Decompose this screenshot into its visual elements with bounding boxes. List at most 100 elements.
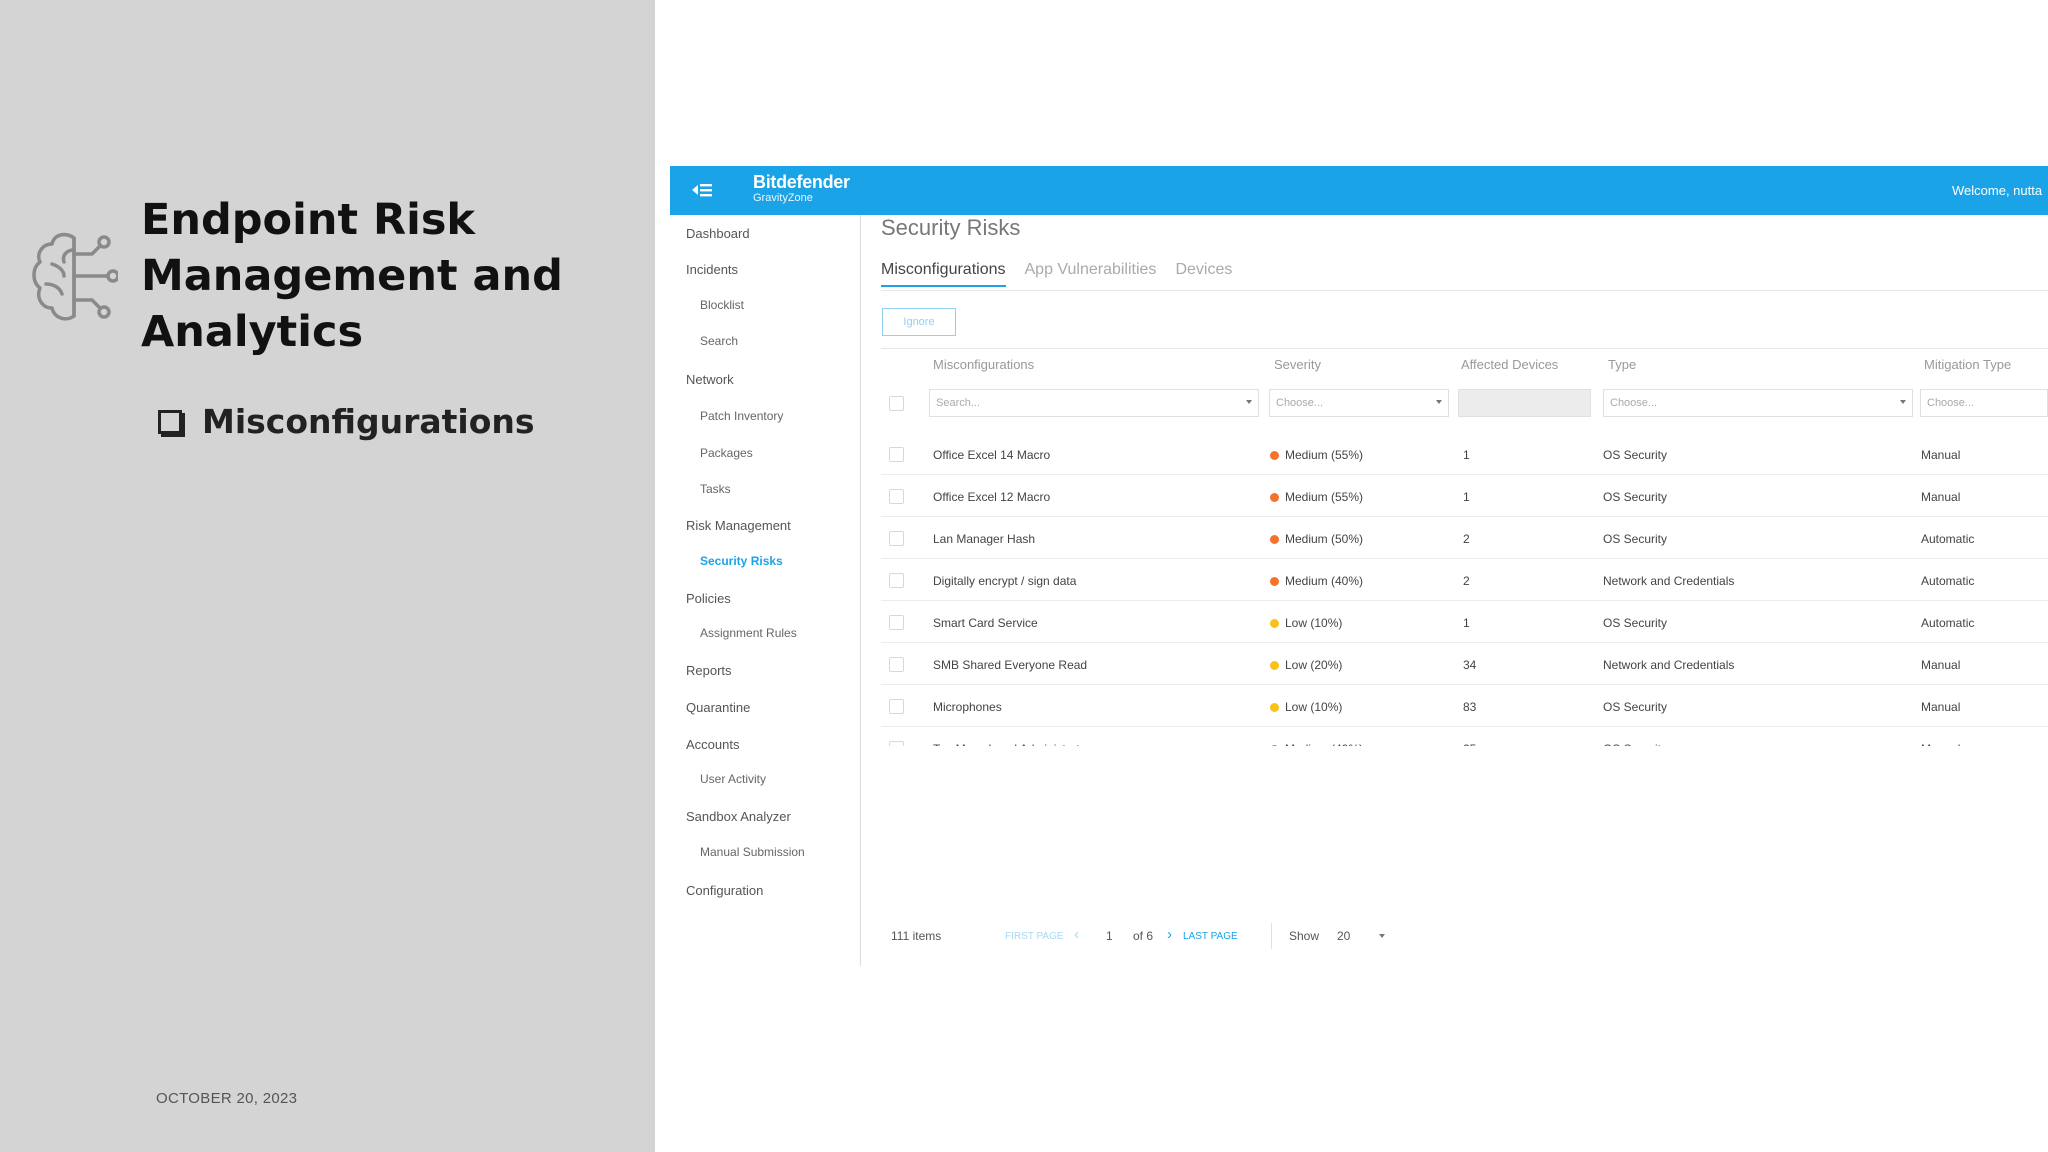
- column-header-mitigation-type[interactable]: Mitigation Type: [1924, 357, 2011, 372]
- cell-misconfiguration: SMB Shared Everyone Read: [933, 658, 1088, 672]
- tabs-divider: [881, 290, 2048, 291]
- brand-name: Bitdefender: [753, 172, 850, 192]
- table-row[interactable]: Too Many Local Administrators Medium (40%…: [881, 727, 2048, 746]
- severity-dot-icon: [1270, 745, 1279, 746]
- search-input[interactable]: Search...: [929, 389, 1259, 417]
- tab-app-vulnerabilities[interactable]: App Vulnerabilities: [1025, 261, 1157, 287]
- column-header-type[interactable]: Type: [1608, 357, 1636, 372]
- mitigation-filter[interactable]: Choose...: [1920, 389, 2048, 417]
- cell-severity: Low (10%): [1270, 616, 1342, 630]
- sidebar-item-blocklist[interactable]: Blocklist: [700, 298, 744, 312]
- cell-type: Network and Credentials: [1603, 658, 1735, 672]
- cell-mitigation-type: Manual: [1921, 700, 1961, 714]
- row-checkbox[interactable]: [889, 615, 904, 630]
- cell-type: OS Security: [1603, 490, 1668, 504]
- cell-severity: Medium (50%): [1270, 532, 1363, 546]
- severity-dropdown-icon: [1436, 400, 1442, 404]
- sidebar-item-assignment-rules[interactable]: Assignment Rules: [700, 626, 797, 640]
- severity-text: Low (10%): [1285, 700, 1343, 714]
- tab-devices[interactable]: Devices: [1175, 261, 1232, 287]
- column-header-misconfigurations[interactable]: Misconfigurations: [933, 357, 1034, 372]
- sidebar-item-quarantine[interactable]: Quarantine: [686, 700, 750, 715]
- sidebar-item-accounts[interactable]: Accounts: [686, 737, 739, 752]
- row-checkbox[interactable]: [889, 699, 904, 714]
- page-total: of 6: [1133, 929, 1154, 943]
- sidebar-item-user-activity[interactable]: User Activity: [700, 772, 766, 786]
- row-checkbox[interactable]: [889, 657, 904, 672]
- row-checkbox[interactable]: [889, 531, 904, 546]
- page-size-dropdown-icon[interactable]: [1379, 934, 1385, 938]
- severity-text: Medium (50%): [1285, 532, 1364, 546]
- tab-bar: Misconfigurations App Vulnerabilities De…: [881, 261, 1251, 287]
- next-page-icon[interactable]: ›: [1167, 926, 1172, 943]
- sidebar-item-manual-submission[interactable]: Manual Submission: [700, 845, 805, 859]
- sidebar-item-dashboard[interactable]: Dashboard: [686, 226, 750, 241]
- slide-panel: Endpoint Risk Management and Analytics M…: [0, 0, 655, 1152]
- table-row[interactable]: Digitally encrypt / sign data Medium (40%…: [881, 559, 2048, 601]
- table-row[interactable]: Smart Card Service Low (10%) 1 OS Security A…: [881, 601, 2048, 643]
- sidebar-item-security-risks[interactable]: Security Risks: [700, 554, 783, 568]
- cell-affected-devices: 1: [1463, 490, 1470, 504]
- mitigation-filter-placeholder: Choose...: [1927, 397, 1975, 409]
- sidebar-item-network[interactable]: Network: [686, 372, 734, 387]
- current-page[interactable]: 1: [1106, 929, 1113, 943]
- first-page-link[interactable]: FIRST PAGE: [1005, 931, 1064, 942]
- type-filter[interactable]: Choose...: [1603, 389, 1913, 417]
- row-checkbox[interactable]: [889, 447, 904, 462]
- type-dropdown-icon: [1900, 400, 1906, 404]
- column-header-affected-devices[interactable]: Affected Devices: [1461, 357, 1558, 372]
- row-checkbox[interactable]: [889, 489, 904, 504]
- ignore-button[interactable]: Ignore: [882, 308, 956, 336]
- severity-filter[interactable]: Choose...: [1269, 389, 1449, 417]
- sidebar-item-policies[interactable]: Policies: [686, 591, 731, 606]
- severity-dot-icon: [1270, 451, 1279, 460]
- cell-mitigation-type: Manual: [1921, 658, 1961, 672]
- last-page-link[interactable]: LAST PAGE: [1183, 931, 1238, 942]
- severity-dot-icon: [1270, 619, 1279, 628]
- cell-mitigation-type: Manual: [1921, 448, 1961, 462]
- pager-divider: [1271, 923, 1272, 949]
- row-checkbox[interactable]: [889, 741, 904, 746]
- table-row[interactable]: Office Excel 14 Macro Medium (55%) 1 OS Sec…: [881, 433, 2048, 475]
- slide-date: OCTOBER 20, 2023: [156, 1090, 298, 1107]
- sidebar-item-patch-inventory[interactable]: Patch Inventory: [700, 409, 783, 423]
- checkbox-bullet-icon: [158, 409, 182, 434]
- cell-type: OS Security: [1603, 616, 1668, 630]
- brand-logo[interactable]: Bitdefender GravityZone: [753, 172, 850, 204]
- cell-affected-devices: 1: [1463, 448, 1470, 462]
- sidebar-item-search[interactable]: Search: [700, 334, 738, 348]
- sidebar-item-incidents[interactable]: Incidents: [686, 262, 738, 277]
- sidebar-item-packages[interactable]: Packages: [700, 446, 753, 460]
- column-header-severity[interactable]: Severity: [1274, 357, 1321, 372]
- table-row[interactable]: Office Excel 12 Macro Medium (55%) 1 OS Sec…: [881, 475, 2048, 517]
- table-row[interactable]: SMB Shared Everyone Read Low (20%) 34 Netwo…: [881, 643, 2048, 685]
- table-row[interactable]: Microphones Low (10%) 83 OS Security Manual: [881, 685, 2048, 727]
- prev-page-icon[interactable]: ‹: [1074, 926, 1079, 943]
- select-all-checkbox[interactable]: [889, 396, 904, 411]
- affected-devices-filter[interactable]: [1458, 389, 1591, 417]
- sidebar-item-reports[interactable]: Reports: [686, 663, 732, 678]
- sidebar-item-tasks[interactable]: Tasks: [700, 482, 731, 496]
- brain-circuit-icon: [32, 232, 118, 321]
- cell-misconfiguration: Microphones: [933, 700, 1002, 714]
- sidebar-item-configuration[interactable]: Configuration: [686, 883, 763, 898]
- welcome-user[interactable]: Welcome, nutta: [1952, 183, 2042, 198]
- cell-misconfiguration: Too Many Local Administrators: [933, 742, 1096, 746]
- sidebar-item-sandbox-analyzer[interactable]: Sandbox Analyzer: [686, 809, 791, 824]
- tab-misconfigurations[interactable]: Misconfigurations: [881, 261, 1006, 287]
- row-checkbox[interactable]: [889, 573, 904, 588]
- cell-severity: Low (20%): [1270, 658, 1342, 672]
- cell-type: OS Security: [1603, 532, 1668, 546]
- bullet-item: Misconfigurations: [158, 402, 535, 441]
- collapse-menu-icon[interactable]: [692, 181, 714, 199]
- severity-filter-placeholder: Choose...: [1276, 397, 1324, 409]
- cell-type: OS Security: [1603, 448, 1668, 462]
- sidebar-item-risk-management[interactable]: Risk Management: [686, 518, 791, 533]
- page-size-select[interactable]: 20: [1337, 929, 1350, 943]
- severity-dot-icon: [1270, 493, 1279, 502]
- cell-misconfiguration: Digitally encrypt / sign data: [933, 574, 1077, 588]
- table-row[interactable]: Lan Manager Hash Medium (50%) 2 OS Security…: [881, 517, 2048, 559]
- severity-text: Low (10%): [1285, 616, 1343, 630]
- page-title: Security Risks: [881, 215, 1021, 240]
- bullet-text: Misconfigurations: [202, 402, 535, 441]
